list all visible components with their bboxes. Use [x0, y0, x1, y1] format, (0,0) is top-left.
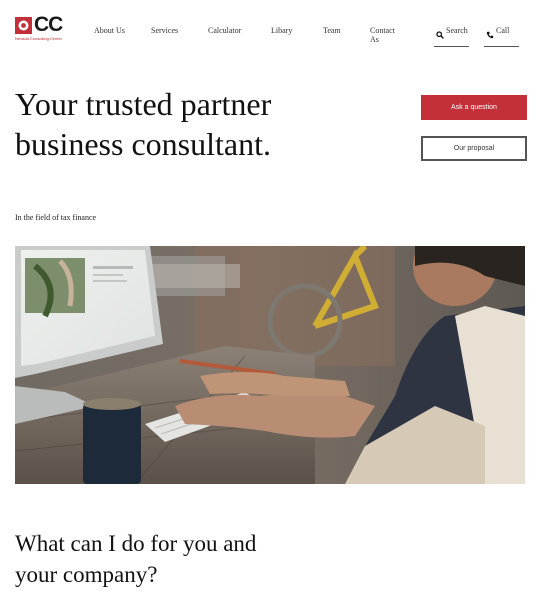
search-icon: [436, 31, 444, 39]
call-label: Call: [496, 26, 510, 35]
logo-subtitle: Nevada Consulting Center: [15, 36, 62, 41]
ask-question-button[interactable]: Ask a question: [421, 95, 527, 120]
page: CC Nevada Consulting Center About Us Ser…: [0, 0, 540, 598]
nav-services[interactable]: Services: [151, 26, 178, 35]
nav-contact-as[interactable]: Contact As: [370, 26, 404, 44]
section-title: What can I do for you and your company?: [15, 531, 257, 587]
phone-icon: [486, 31, 494, 39]
nav-about-us[interactable]: About Us: [94, 26, 128, 35]
search-field[interactable]: Search: [434, 26, 469, 47]
logo-mark-icon: [15, 17, 32, 34]
nav-team[interactable]: Team: [323, 26, 341, 35]
nav-calculator[interactable]: Calculator: [208, 26, 241, 35]
logo[interactable]: CC Nevada Consulting Center: [15, 13, 63, 43]
search-label: Search: [446, 26, 468, 35]
call-link[interactable]: Call: [484, 26, 519, 47]
nav-libary[interactable]: Libary: [271, 26, 292, 35]
our-proposal-button[interactable]: Our proposal: [421, 136, 527, 161]
hero-photo: [15, 246, 525, 484]
logo-brand: CC: [34, 13, 63, 36]
hero-title: Your trusted partner business consultant…: [15, 86, 272, 162]
hero-photo-illustration: [15, 246, 525, 484]
hero-tagline: In the field of tax finance: [15, 213, 97, 222]
